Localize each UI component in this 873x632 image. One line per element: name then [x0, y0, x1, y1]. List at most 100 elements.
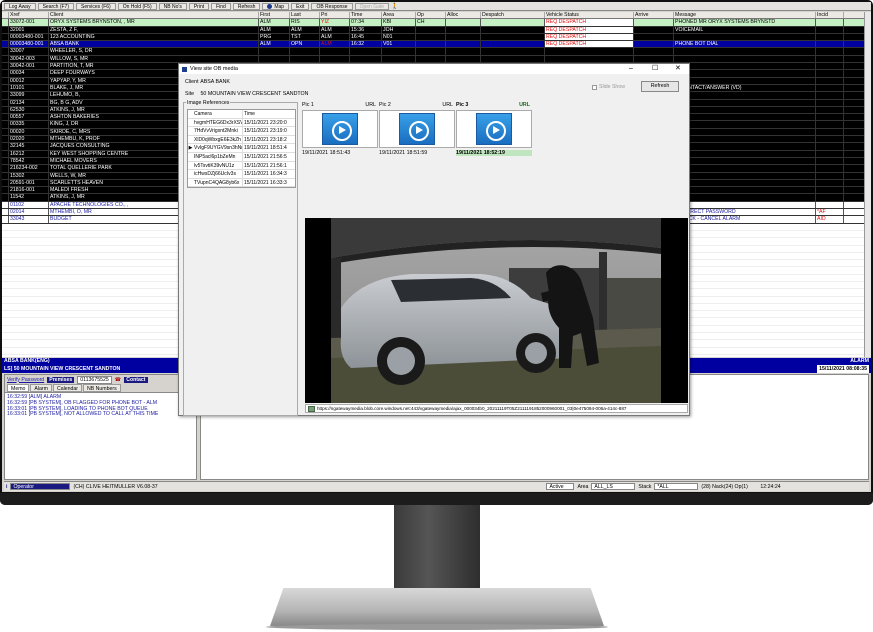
- maximize-icon[interactable]: ☐: [652, 65, 658, 73]
- ref-camera-id: lv5TsvtiK39vNU1z: [193, 161, 243, 170]
- column-header[interactable]: Last: [290, 12, 320, 19]
- column-header[interactable]: Incid: [816, 12, 844, 19]
- toolbar-button-map[interactable]: Map: [262, 2, 290, 10]
- toolbar-button-exit[interactable]: Exit: [291, 2, 310, 10]
- tab-nb-numbers[interactable]: NB Numbers: [83, 384, 121, 392]
- toolbar-button-label: Search (F7): [42, 3, 69, 10]
- pic-url-link[interactable]: URL: [519, 102, 530, 108]
- table-cell: [816, 26, 844, 33]
- table-cell: ABSA BANK: [49, 41, 259, 48]
- play-video-icon[interactable]: [399, 113, 435, 145]
- ref-time: 15/11/2021 21:56:5: [244, 153, 287, 160]
- grid-scrollbar[interactable]: [864, 12, 871, 357]
- column-header[interactable]: First: [259, 12, 290, 19]
- carport-scene-image: [331, 218, 661, 403]
- gate-icon[interactable]: 🚶: [391, 3, 398, 10]
- table-cell: [816, 33, 844, 41]
- queue-counts: (28) Nack(24) Op(1): [701, 483, 748, 490]
- pic-1[interactable]: Pic 1 URL 19/11/2021 18:51:43: [302, 102, 378, 160]
- table-cell: [290, 55, 320, 63]
- table-cell: [2, 77, 9, 84]
- table-row[interactable]: 00003480-001 ABSA BANK ALM OPN ALM 16:32 V01 RE…: [2, 41, 864, 49]
- toolbar-button-refresh[interactable]: Refresh: [232, 2, 261, 10]
- column-header[interactable]: Time: [350, 12, 382, 19]
- operator-select[interactable]: Operator: [10, 483, 71, 490]
- table-row[interactable]: 32001 ZESTA, Z F, ALM ALM ALM 15:36 JOH REQ DES…: [2, 26, 864, 34]
- slideshow-checkbox[interactable]: [592, 84, 597, 90]
- slideshow-toggle[interactable]: Slide Show: [592, 84, 625, 90]
- area-select[interactable]: ALL_LS: [591, 483, 636, 490]
- ref-row[interactable]: lv5TsvtiK39vNU1z 15/11/2021 21:56:1: [188, 161, 295, 171]
- toolbar-button-on-hold-f5[interactable]: On Hold (F5): [117, 2, 157, 10]
- media-url[interactable]: https://ngatewaymedia.blob.core.windows.…: [317, 406, 626, 411]
- close-icon[interactable]: ✕: [675, 65, 681, 73]
- table-cell: [816, 63, 844, 70]
- table-row[interactable]: 00003480-001 123 ACCOUNTING PRG TST ALM 16:45…: [2, 33, 864, 42]
- ref-header-camera[interactable]: Camera: [193, 110, 243, 118]
- pic-url-link[interactable]: URL: [442, 102, 453, 108]
- toolbar-button-ob-response[interactable]: OB Response: [311, 2, 353, 10]
- table-cell: [2, 179, 9, 187]
- ref-row[interactable]: TVupnC4QAG8yb6x 15/11/2021 16:33:3: [188, 178, 295, 188]
- ref-row[interactable]: hvgmHTEG6Dx3rXSV 15/11/2021 23:20:0: [188, 118, 295, 128]
- toolbar-button-services-f6[interactable]: Services (F6): [76, 2, 116, 10]
- table-cell: [2, 128, 9, 136]
- table-cell: [634, 41, 674, 48]
- toolbar-button-open-gate[interactable]: Open Gate: [354, 2, 390, 10]
- toolbar-button-nb-no-s[interactable]: NB No's: [158, 2, 187, 10]
- toolbar-button-search-f7[interactable]: Search (F7): [37, 2, 74, 10]
- tab-alarm[interactable]: Alarm: [30, 384, 52, 392]
- refresh-button[interactable]: Refresh: [641, 81, 679, 92]
- table-cell: NCORRECT PASSWORD: [674, 209, 816, 216]
- ref-row[interactable]: INP5acl6p1bZeMn 15/11/2021 21:56:5: [188, 152, 295, 162]
- play-video-icon[interactable]: [476, 113, 512, 145]
- ref-row[interactable]: ▶ VvIgF9UYGV9sn3hNr 19/11/2021 18:51:4: [188, 144, 295, 153]
- table-cell: [816, 92, 844, 99]
- table-row[interactable]: 33072-001 ORYX SYSTEMS BRYNSTON, , MR ALM R…: [2, 19, 864, 27]
- phone-icon[interactable]: ☎: [115, 377, 121, 383]
- pic-label: Pic 2: [379, 102, 391, 108]
- ref-time: 15/11/2021 23:19:0: [244, 128, 287, 135]
- tab-memo[interactable]: Memo: [7, 384, 30, 392]
- toolbar-button-label: Map: [274, 3, 285, 10]
- column-header[interactable]: Message: [674, 12, 816, 19]
- column-header[interactable]: [2, 12, 9, 19]
- ref-row[interactable]: 7HdVvVrigxnt2Mnki 15/11/2021 23:19:0: [188, 127, 295, 136]
- client-value: ABSA BANK: [200, 79, 230, 85]
- column-header[interactable]: Vehicle Status: [545, 12, 634, 19]
- column-header[interactable]: Pri: [320, 12, 350, 19]
- minimize-icon[interactable]: –: [629, 65, 633, 73]
- play-video-icon[interactable]: [322, 113, 358, 145]
- table-row[interactable]: 33007 WHEELER, S, DR: [2, 48, 864, 56]
- table-cell: [634, 19, 674, 26]
- column-header[interactable]: Alloc: [446, 12, 481, 19]
- ref-header-time[interactable]: Time: [243, 110, 295, 118]
- tab-calendar[interactable]: Calendar: [52, 384, 83, 392]
- table-cell: [674, 136, 816, 143]
- ref-row[interactable]: XlD0qWbxgE6E3kZh 15/11/2021 23:18:2: [188, 135, 295, 145]
- pic-url-link[interactable]: URL: [365, 102, 376, 108]
- contact-label[interactable]: Contact: [124, 376, 148, 383]
- active-select[interactable]: Active: [546, 483, 575, 490]
- pic-2[interactable]: Pic 2 URL 19/11/2021 18:51:59: [379, 102, 455, 160]
- table-cell: [816, 48, 844, 55]
- column-header[interactable]: Arrive: [634, 12, 674, 19]
- column-header[interactable]: Xref: [9, 12, 49, 19]
- toolbar-button-log-away[interactable]: Log Away: [4, 2, 36, 10]
- table-cell: [2, 209, 9, 216]
- column-header[interactable]: Op: [416, 12, 446, 19]
- table-cell: V01: [382, 41, 416, 48]
- toolbar-button-print[interactable]: Print: [188, 2, 210, 10]
- column-header[interactable]: Area: [382, 12, 416, 19]
- table-row[interactable]: 30042-003 WILLOW, S, MR: [2, 55, 864, 64]
- ref-row[interactable]: icHwsDZj66UcIv3s 15/11/2021 16:34:3: [188, 170, 295, 179]
- column-header[interactable]: Client: [49, 12, 259, 19]
- table-cell: [816, 121, 844, 128]
- toolbar-button-find[interactable]: Find: [211, 2, 231, 10]
- pic-3[interactable]: Pic 3 URL 19/11/2021 18:52:19: [456, 102, 532, 160]
- stack-select[interactable]: *ALL: [654, 483, 699, 490]
- verify-password-link[interactable]: Verify Password: [7, 377, 44, 383]
- column-header[interactable]: Despatch: [481, 12, 545, 19]
- premises-label: Premises: [47, 376, 75, 383]
- table-cell: [545, 48, 634, 55]
